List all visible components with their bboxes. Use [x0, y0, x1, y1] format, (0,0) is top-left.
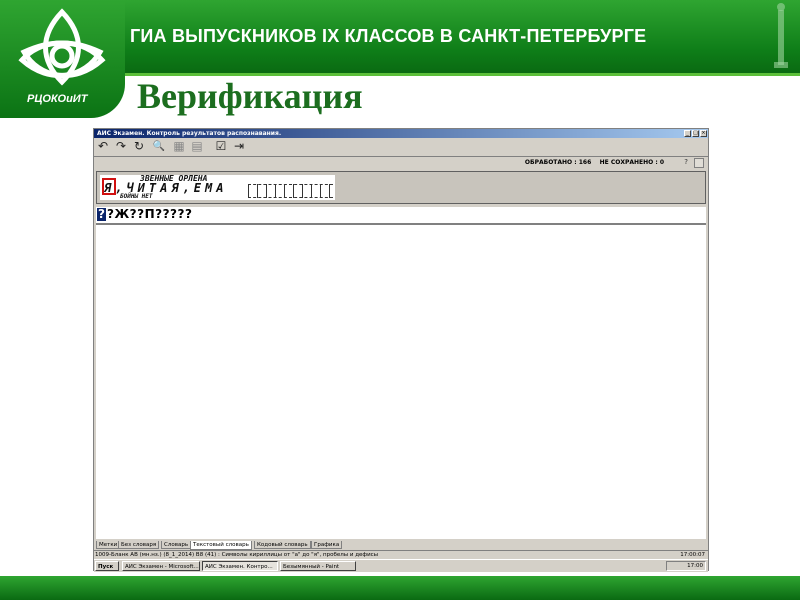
- work-area: [96, 225, 706, 539]
- minimize-button[interactable]: _: [684, 130, 691, 137]
- status-time: 17:00:07: [680, 552, 705, 558]
- window-title: АИС Экзамен. Контроль результатов распоз…: [97, 130, 282, 137]
- tab-no-dictionary[interactable]: Без словаря: [118, 541, 160, 549]
- save-icon[interactable]: ▤: [190, 140, 204, 153]
- tab-dictionary[interactable]: Словарь: [161, 541, 192, 549]
- taskbar-item-paint[interactable]: Безымянный - Paint: [280, 561, 356, 571]
- page-title: Верификация: [137, 76, 363, 116]
- tab-marks[interactable]: Метки: [96, 541, 121, 549]
- undo-icon[interactable]: ↶: [96, 140, 110, 153]
- system-tray-clock: 17:00: [666, 561, 706, 571]
- answer-cells: [248, 184, 333, 198]
- processed-count: ОБРАБОТАНО : 166: [524, 159, 592, 166]
- check-icon[interactable]: ☑: [214, 140, 228, 153]
- recognized-text-field[interactable]: ? ?Ж??П?????: [96, 207, 706, 225]
- help-icon[interactable]: ?: [684, 158, 688, 166]
- windows-taskbar: Пуск АИС Экзамен - Microsoft... АИС Экза…: [94, 559, 708, 572]
- logo-text: РЦОКОиИТ: [27, 93, 88, 105]
- search-icon[interactable]: 🔍: [152, 140, 166, 153]
- field-info: 1009-Бланк АВ (мн.нз.) (8_1_2014) В8 (41…: [95, 552, 379, 558]
- cursor-char[interactable]: ?: [97, 208, 106, 221]
- not-saved-count: НЕ СОХРАНЕНО : 0: [599, 159, 664, 166]
- tab-text-dictionary[interactable]: Текстовый словарь: [190, 541, 252, 550]
- start-button[interactable]: Пуск: [95, 561, 119, 571]
- exit-icon[interactable]: ⇥: [232, 140, 246, 153]
- handwriting-line-3: БОЙНЫ НЕТ: [120, 193, 153, 200]
- redo-icon[interactable]: ↷: [114, 140, 128, 153]
- redo-all-icon[interactable]: ↻: [132, 140, 146, 153]
- taskbar-item-ais-microsoft[interactable]: АИС Экзамен - Microsoft...: [122, 561, 200, 571]
- app-window: АИС Экзамен. Контроль результатов распоз…: [93, 128, 709, 572]
- recognized-text[interactable]: ?Ж??П?????: [107, 207, 192, 222]
- paste-icon[interactable]: ▦: [172, 140, 186, 153]
- logo-panel: РЦОКОиИТ: [0, 0, 125, 118]
- header-title: ГИА ВЫПУСКНИКОВ IX КЛАССОВ В САНКТ-ПЕТЕР…: [130, 26, 647, 46]
- scan-image-panel: ЗВЕННЫЕ ОРЛЕНА Я,ЧИТАЯ,ЕМА БОЙНЫ НЕТ: [96, 171, 706, 204]
- slide-footer: [0, 576, 800, 600]
- scanned-field-image: ЗВЕННЫЕ ОРЛЕНА Я,ЧИТАЯ,ЕМА БОЙНЫ НЕТ: [100, 175, 335, 200]
- tab-code-dictionary[interactable]: Кодовый словарь: [254, 541, 311, 549]
- toolbar: ↶ ↷ ↻ 🔍 ▦ ▤ ☑ ⇥: [94, 139, 708, 154]
- close-button[interactable]: ×: [700, 130, 707, 137]
- panel-toggle-button[interactable]: [694, 158, 704, 168]
- counters: ОБРАБОТАНО : 166 НЕ СОХРАНЕНО : 0: [525, 159, 664, 166]
- window-titlebar: АИС Экзамен. Контроль результатов распоз…: [94, 129, 708, 138]
- trinity-knot-logo-icon: [18, 8, 106, 86]
- counter-bar: ОБРАБОТАНО : 166 НЕ СОХРАНЕНО : 0 ?: [94, 156, 708, 169]
- taskbar-item-ais-control[interactable]: АИС Экзамен. Контро...: [202, 561, 278, 571]
- column-monument-icon: [774, 3, 788, 68]
- current-char-highlight: [102, 178, 116, 195]
- maximize-button[interactable]: □: [692, 130, 699, 137]
- mode-tabs: Метки Без словаря Словарь Текстовый слов…: [94, 541, 708, 550]
- tab-graphics[interactable]: Графика: [311, 541, 343, 549]
